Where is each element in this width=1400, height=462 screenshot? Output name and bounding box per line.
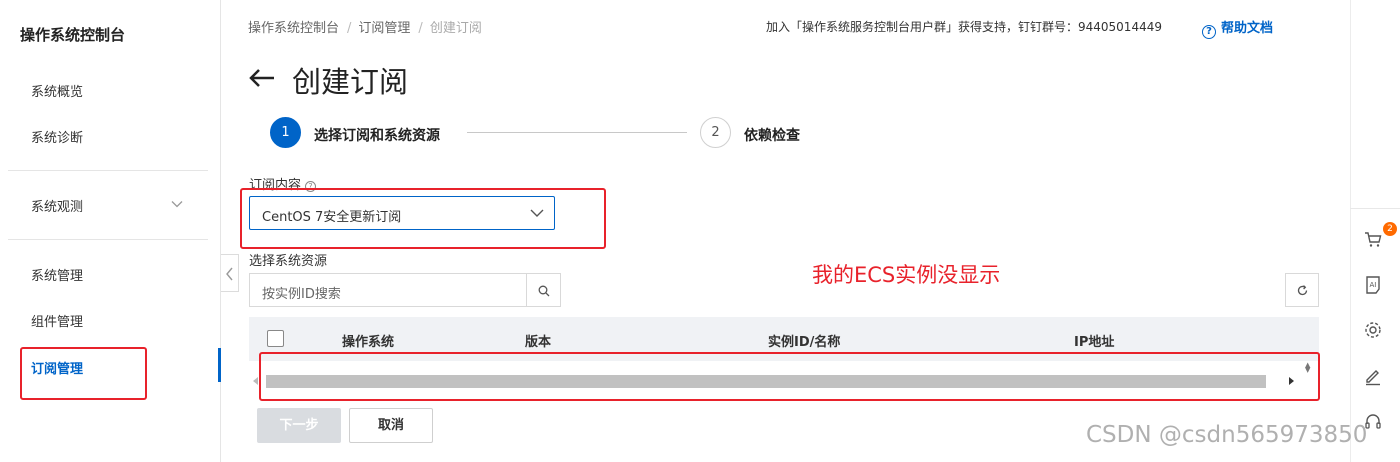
- support-text: 加入「操作系统服务控制台用户群」获得支持，钉钉群号：94405014449: [766, 20, 1162, 34]
- svg-text:AI: AI: [1370, 281, 1377, 289]
- next-step-button[interactable]: 下一步: [257, 408, 341, 443]
- refresh-button[interactable]: [1285, 273, 1319, 307]
- edit-icon[interactable]: [1363, 366, 1383, 386]
- resource-label: 选择系统资源: [249, 254, 328, 269]
- column-header-os: 操作系统: [342, 335, 395, 350]
- column-header-version: 版本: [525, 335, 552, 350]
- cart-badge: 2: [1383, 222, 1397, 236]
- page-title: 创建订阅: [292, 65, 409, 99]
- ai-assistant-icon[interactable]: AI: [1363, 275, 1383, 295]
- sidebar-divider: [8, 239, 208, 240]
- highlight-box-subscription: [240, 188, 606, 249]
- help-docs-label: 帮助文档: [1221, 21, 1274, 36]
- highlight-box-table: [259, 352, 1320, 401]
- back-arrow-icon[interactable]: [248, 67, 276, 89]
- step-1-label: 选择订阅和系统资源: [314, 128, 440, 144]
- sidebar-item-diagnosis[interactable]: 系统诊断: [31, 127, 83, 146]
- scroll-left-arrow[interactable]: [253, 377, 258, 385]
- sidebar-item-overview[interactable]: 系统概览: [31, 81, 83, 100]
- watermark-text: CSDN @csdn565973850: [1086, 422, 1368, 448]
- column-header-ip: IP地址: [1074, 335, 1115, 350]
- highlight-box-sidebar: [20, 347, 147, 400]
- sidebar-item-component-management[interactable]: 组件管理: [31, 311, 83, 330]
- sidebar-item-system-management[interactable]: 系统管理: [31, 265, 83, 284]
- question-circle-icon: ?: [1202, 25, 1216, 39]
- select-all-checkbox[interactable]: [267, 330, 284, 347]
- sidebar-item-observe[interactable]: 系统观测: [31, 196, 83, 215]
- help-docs-link[interactable]: ? 帮助文档: [1202, 17, 1273, 39]
- sidebar-title: 操作系统控制台: [20, 26, 126, 44]
- rail-divider: [1350, 208, 1400, 209]
- column-header-instance: 实例ID/名称: [768, 335, 841, 350]
- step-1-indicator: 1: [270, 117, 301, 148]
- step-connector: [467, 132, 687, 133]
- sidebar-collapse-button[interactable]: [221, 254, 239, 292]
- sidebar-active-indicator: [218, 348, 221, 382]
- step-2-label: 依赖检查: [744, 128, 800, 144]
- cancel-button[interactable]: 取消: [349, 408, 433, 443]
- breadcrumb-current: 创建订阅: [429, 21, 482, 36]
- refresh-icon: [1297, 285, 1308, 296]
- breadcrumb: 操作系统控制台 / 订阅管理 / 创建订阅: [248, 21, 482, 36]
- annotation-text: 我的ECS实例没显示: [812, 263, 1001, 287]
- breadcrumb-item[interactable]: 操作系统控制台: [248, 21, 339, 36]
- step-2-indicator: 2: [700, 117, 731, 148]
- search-button[interactable]: [526, 273, 561, 307]
- chevron-left-icon: [226, 267, 233, 281]
- instance-search-input[interactable]: 按实例ID搜索: [249, 273, 527, 307]
- sidebar-divider: [8, 170, 208, 171]
- cart-icon[interactable]: [1363, 229, 1383, 249]
- chevron-down-icon[interactable]: [170, 197, 184, 211]
- search-icon: [538, 285, 550, 297]
- gear-icon[interactable]: [1363, 320, 1383, 340]
- breadcrumb-item[interactable]: 订阅管理: [358, 21, 410, 36]
